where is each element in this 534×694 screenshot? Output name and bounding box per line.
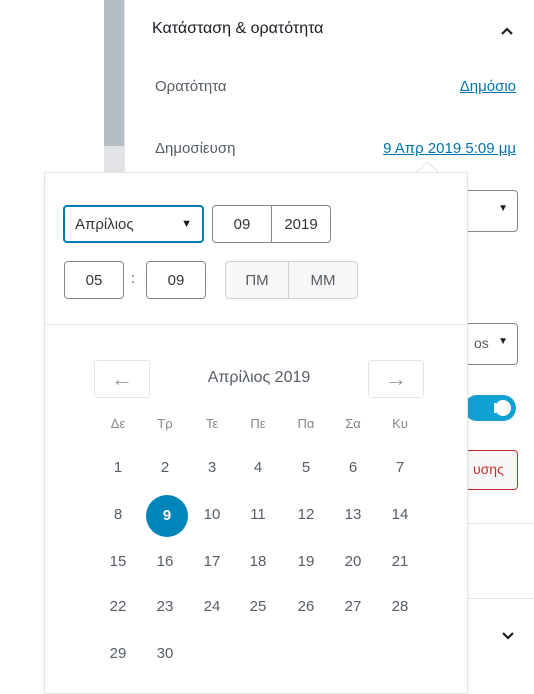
calendar-day[interactable]: 20 <box>337 546 369 578</box>
year-input[interactable]: 2019 <box>271 205 331 243</box>
calendar-day[interactable]: 23 <box>149 591 181 623</box>
calendar-day[interactable]: 14 <box>384 499 416 531</box>
calendar-day[interactable]: 15 <box>102 546 134 578</box>
calendar-day[interactable]: 13 <box>337 499 369 531</box>
calendar-day[interactable]: 25 <box>242 591 274 623</box>
calendar-day[interactable]: 5 <box>290 452 322 484</box>
arrow-left-icon: ← <box>111 366 133 391</box>
chevron-down-icon <box>502 632 514 640</box>
calendar-day[interactable]: 18 <box>242 546 274 578</box>
am-button[interactable]: ΠΜ <box>225 261 289 299</box>
prev-month-button[interactable]: ← <box>94 360 150 398</box>
toggle-knob <box>495 400 511 416</box>
weekday-label: Τρ <box>157 416 173 431</box>
calendar-day[interactable]: 19 <box>290 546 322 578</box>
calendar-day[interactable]: 26 <box>290 591 322 623</box>
calendar-day[interactable]: 17 <box>196 546 228 578</box>
hour-input[interactable]: 05 <box>64 261 124 299</box>
calendar-day[interactable]: 11 <box>242 499 274 531</box>
calendar-day[interactable]: 27 <box>337 591 369 623</box>
weekday-label: Δε <box>110 416 126 431</box>
calendar-day[interactable]: 21 <box>384 546 416 578</box>
background-select-text: os <box>474 335 489 351</box>
chevron-down-icon: ▼ <box>498 336 508 347</box>
calendar-day[interactable]: 24 <box>196 591 228 623</box>
pm-button[interactable]: ΜΜ <box>288 261 358 299</box>
calendar-day[interactable]: 1 <box>102 452 134 484</box>
weekday-label: Πα <box>297 416 315 431</box>
weekday-label: Κυ <box>392 416 408 431</box>
calendar-day[interactable]: 29 <box>102 638 134 670</box>
weekday-label: Πε <box>250 416 266 431</box>
calendar-day[interactable]: 16 <box>149 546 181 578</box>
calendar-day-selected[interactable]: 9 <box>146 495 188 537</box>
calendar-day[interactable]: 10 <box>196 499 228 531</box>
background-button-text: υσης <box>473 461 504 477</box>
chevron-up-icon <box>501 27 513 35</box>
month-select[interactable]: Απρίλιος ▼ <box>63 205 204 243</box>
visibility-label: Ορατότητα <box>155 78 227 95</box>
background-toggle[interactable] <box>464 395 516 421</box>
time-separator: : <box>131 270 136 287</box>
calendar-day[interactable]: 28 <box>384 591 416 623</box>
publish-date-link[interactable]: 9 Απρ 2019 5:09 μμ <box>383 140 516 157</box>
weekday-label: Σα <box>345 416 361 431</box>
expand-panel-button[interactable] <box>494 622 522 650</box>
next-month-button[interactable]: → <box>368 360 424 398</box>
calendar-day[interactable]: 4 <box>242 452 274 484</box>
panel-scrollbar-thumb[interactable] <box>104 0 124 146</box>
calendar-day[interactable]: 3 <box>196 452 228 484</box>
arrow-right-icon: → <box>385 366 407 391</box>
day-input[interactable]: 09 <box>212 205 272 243</box>
popover-divider <box>44 324 467 325</box>
calendar-day[interactable]: 7 <box>384 452 416 484</box>
calendar-day[interactable]: 22 <box>102 591 134 623</box>
month-select-value: Απρίλιος <box>75 216 134 233</box>
collapse-panel-button[interactable] <box>492 18 522 44</box>
publish-label: Δημοσίευση <box>155 140 236 157</box>
calendar-day[interactable]: 6 <box>337 452 369 484</box>
chevron-down-icon: ▼ <box>498 203 508 214</box>
minute-input[interactable]: 09 <box>146 261 206 299</box>
chevron-down-icon: ▼ <box>181 218 192 230</box>
calendar-day[interactable]: 12 <box>290 499 322 531</box>
visibility-link[interactable]: Δημόσιο <box>460 78 516 95</box>
calendar-day[interactable]: 8 <box>102 499 134 531</box>
panel-title: Κατάσταση & ορατότητα <box>152 20 324 37</box>
calendar-month-label: Απρίλιος 2019 <box>207 369 311 386</box>
calendar-day[interactable]: 30 <box>149 638 181 670</box>
calendar-day[interactable]: 2 <box>149 452 181 484</box>
weekday-label: Τε <box>205 416 219 431</box>
